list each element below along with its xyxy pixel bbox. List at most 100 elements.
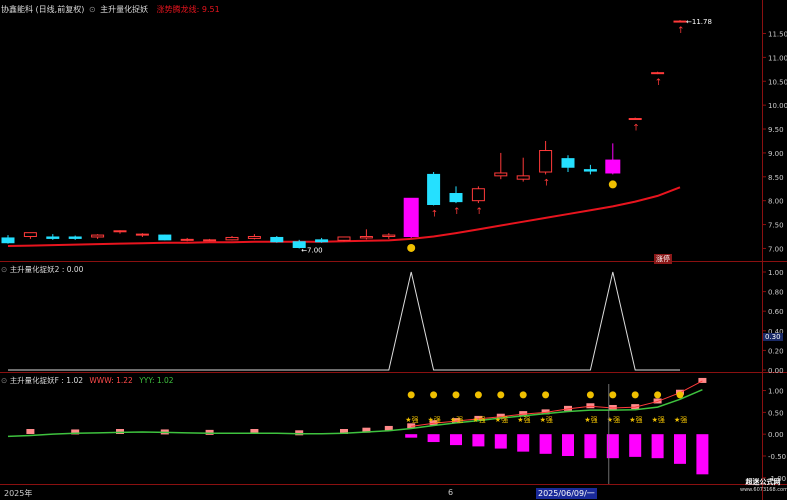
money-bag-icon bbox=[474, 391, 482, 399]
money-bag-icon bbox=[631, 391, 639, 399]
candle-body bbox=[247, 236, 261, 239]
star-strong-label: ★强 bbox=[540, 416, 553, 424]
www-marker bbox=[205, 429, 214, 435]
y-tick-label: 11.00 bbox=[768, 54, 787, 62]
negative-bar bbox=[494, 434, 507, 449]
x-cursor-date: 2025/06/09/一 bbox=[536, 488, 597, 499]
candle-body bbox=[158, 234, 172, 241]
star-strong-label: ★强 bbox=[674, 416, 687, 424]
up-arrow-icon: ↑ bbox=[431, 209, 439, 219]
candle-body bbox=[180, 238, 194, 241]
y-tick-label: 0.00 bbox=[768, 367, 784, 375]
negative-bar bbox=[517, 434, 530, 452]
candle-body bbox=[561, 158, 575, 168]
yyy-line bbox=[7, 388, 703, 438]
negative-bar bbox=[696, 434, 709, 475]
y-tick-label: 0.80 bbox=[768, 289, 784, 297]
negative-bar bbox=[629, 434, 642, 457]
candle-body bbox=[203, 239, 217, 242]
watermark-line1: 超迷公式网 bbox=[745, 478, 781, 486]
settings-icon[interactable]: ⊙ bbox=[1, 376, 7, 385]
candle-body bbox=[539, 150, 553, 173]
candle-body bbox=[583, 169, 597, 172]
negative-bar bbox=[562, 434, 574, 456]
candle-body bbox=[449, 193, 463, 203]
y-tick-label: 11.50 bbox=[768, 30, 787, 38]
money-bag-icon bbox=[676, 391, 684, 399]
y-tick-label: 9.50 bbox=[768, 126, 784, 134]
star-strong-label: ★强 bbox=[629, 416, 642, 424]
candle-body bbox=[359, 236, 373, 239]
candle-body bbox=[135, 233, 149, 236]
low-annotation: ←7.00 bbox=[301, 246, 322, 254]
star-strong-label: ★强 bbox=[652, 416, 665, 424]
negative-bar bbox=[472, 434, 485, 447]
high-annotation: ←11.78 bbox=[686, 18, 712, 26]
indicator-name[interactable]: 主升量化捉妖 bbox=[100, 5, 148, 14]
candle-body bbox=[628, 118, 642, 121]
negative-bar bbox=[427, 434, 440, 443]
money-bag-icon bbox=[452, 391, 460, 399]
star-strong-label: ★强 bbox=[428, 416, 441, 424]
limit-up-tag: 涨停 bbox=[654, 254, 672, 264]
money-bag-icon bbox=[609, 391, 617, 399]
up-arrow-icon: ↑ bbox=[475, 207, 483, 217]
panel2-right-value: 0.30 bbox=[763, 333, 783, 341]
y-tick-label: 1.00 bbox=[768, 388, 784, 396]
www-label: WWW: 1.22 bbox=[89, 376, 133, 385]
y-tick-label: 0.20 bbox=[768, 347, 784, 355]
panel2-title[interactable]: 主升量化捉妖2 : 0.00 bbox=[10, 265, 84, 274]
y-tick-label: 8.00 bbox=[768, 198, 784, 206]
candle-body bbox=[225, 236, 239, 241]
candle-body bbox=[1, 237, 15, 244]
watermark: 超迷公式网 www.6073168.com bbox=[740, 478, 787, 494]
y-tick-label: 0.00 bbox=[768, 431, 784, 439]
candle-body bbox=[605, 159, 621, 174]
candle-body bbox=[471, 188, 485, 202]
y-tick-label: 0.50 bbox=[768, 409, 784, 417]
stock-chart[interactable]: 7.00 7.50 8.00 8.50 9.00 9.50 10.00 10.50 11.00 1… bbox=[0, 0, 787, 500]
www-marker bbox=[295, 430, 304, 436]
x-start-label: 2025年 bbox=[4, 489, 33, 498]
star-strong-label: ★强 bbox=[450, 416, 463, 424]
candle-body bbox=[23, 232, 37, 238]
watermark-line2: www.6073168.com bbox=[740, 487, 787, 493]
y-tick-label: 7.00 bbox=[768, 245, 784, 253]
negative-bar bbox=[651, 434, 664, 459]
candle-body bbox=[382, 234, 396, 238]
money-bag-icon bbox=[542, 391, 550, 399]
y-tick-label: 10.00 bbox=[768, 102, 787, 110]
up-arrow-icon: ↑ bbox=[543, 178, 551, 188]
candle-body bbox=[91, 234, 105, 238]
candle-body bbox=[673, 20, 687, 23]
y-tick-label: -0.50 bbox=[768, 453, 786, 461]
candle-body bbox=[651, 72, 665, 75]
candle-body bbox=[494, 172, 508, 177]
panel2-title-wrap: ⊙ 主升量化捉妖2 : 0.00 bbox=[1, 264, 83, 275]
up-arrow-icon: ↑ bbox=[677, 26, 685, 36]
settings-icon[interactable]: ⊙ bbox=[89, 5, 96, 14]
www-marker bbox=[26, 429, 35, 434]
money-bag-icon bbox=[407, 243, 416, 252]
y-tick-label: 9.00 bbox=[768, 150, 784, 158]
money-bag-icon bbox=[608, 180, 617, 189]
candle-body bbox=[46, 236, 60, 239]
yyy-label: YYY: 1.02 bbox=[139, 376, 174, 385]
up-arrow-icon: ↑ bbox=[655, 78, 663, 88]
stock-title: 协鑫能科 (日线,前复权) bbox=[1, 5, 85, 14]
y-tick-label: 1.00 bbox=[768, 269, 784, 277]
candle-body bbox=[113, 230, 127, 233]
money-bag-icon bbox=[497, 391, 505, 399]
panel3-title[interactable]: 主升量化捉妖F : 1.02 bbox=[10, 376, 83, 385]
www-marker bbox=[116, 429, 124, 434]
candle-body bbox=[516, 175, 530, 180]
y-tick-label: 10.50 bbox=[768, 78, 787, 86]
ma-label: 涨势腾龙线: 9.51 bbox=[156, 5, 220, 14]
money-bag-icon bbox=[430, 391, 438, 399]
negative-bar bbox=[674, 434, 686, 464]
settings-icon[interactable]: ⊙ bbox=[1, 265, 7, 274]
money-bag-icon bbox=[407, 391, 415, 399]
up-arrow-icon: ↑ bbox=[632, 123, 640, 133]
candle-body bbox=[68, 236, 82, 239]
y-tick-label: 0.60 bbox=[768, 308, 784, 316]
